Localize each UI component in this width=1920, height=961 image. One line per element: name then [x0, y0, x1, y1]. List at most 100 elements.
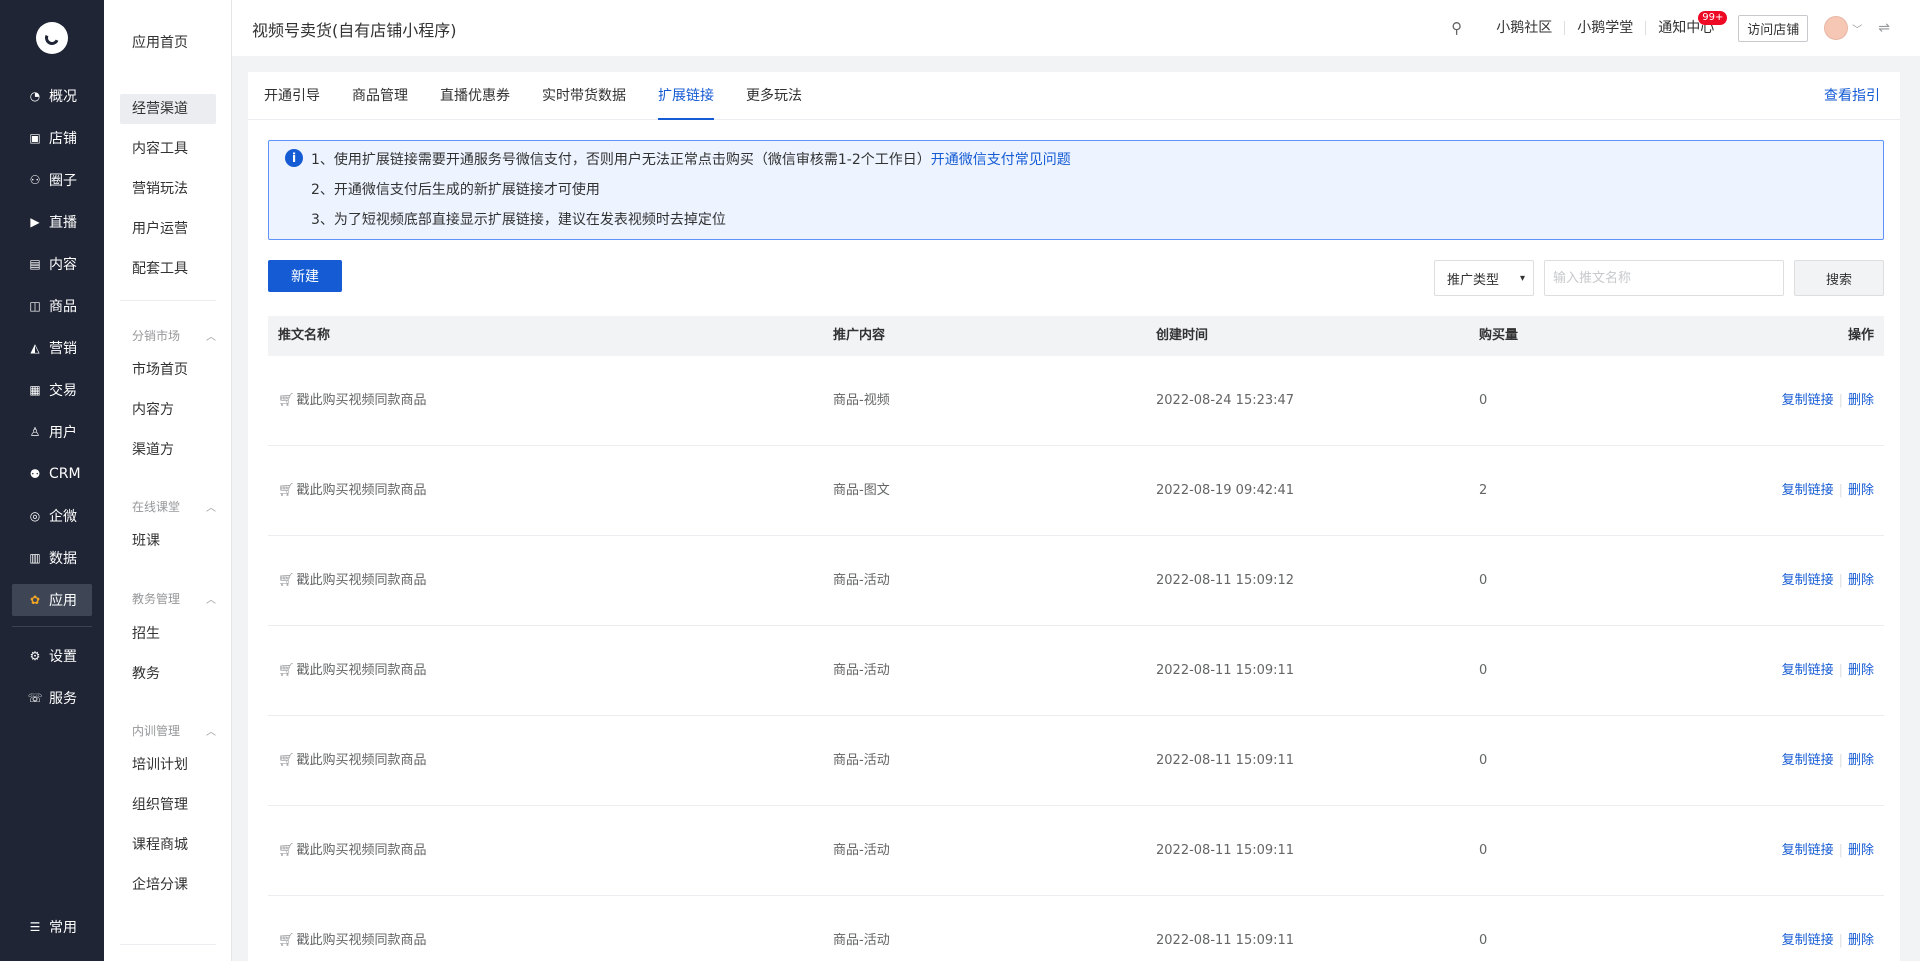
rail-item-trade[interactable]: ▦ 交易 — [12, 374, 92, 406]
trade-icon: ▦ — [29, 383, 41, 397]
side-group-distribution[interactable]: 分销市场 ︿ — [132, 327, 216, 344]
table-row: 🛒︎ 戳此购买视频同款商品 商品-活动 2022-08-11 15:09:11 0… — [268, 626, 1884, 716]
side-group-academic[interactable]: 教务管理 ︿ — [132, 590, 216, 607]
col-name: 推文名称 — [278, 328, 331, 343]
delete-button[interactable]: 删除 — [1848, 663, 1874, 678]
search-icon[interactable]: ⚲ — [1451, 19, 1484, 37]
tab-live-coupon[interactable]: 直播优惠券 — [440, 72, 510, 120]
avatar[interactable] — [1824, 16, 1849, 40]
rail-item-user[interactable]: ♙ 用户 — [12, 416, 92, 448]
side-item-training-plan[interactable]: 培训计划 — [120, 750, 216, 780]
rail-item-settings[interactable]: ⚙ 设置 — [12, 640, 92, 672]
side-item-enroll[interactable]: 招生 — [120, 619, 216, 649]
service-icon: ☏ — [27, 691, 43, 705]
apps-icon: ✿ — [29, 593, 41, 607]
side-item-academic[interactable]: 教务 — [120, 659, 216, 689]
data-icon: ▥ — [29, 551, 41, 565]
switch-icon[interactable]: ⇌ — [1878, 20, 1890, 36]
search-button[interactable]: 搜索 — [1794, 260, 1884, 296]
side-item-org-manage[interactable]: 组织管理 — [120, 790, 216, 820]
tab-bar: 开通引导 商品管理 直播优惠券 实时带货数据 扩展链接 更多玩法 查看指引 — [248, 72, 1900, 120]
rail-item-overview[interactable]: ◔ 概况 — [12, 80, 92, 112]
rail-item-apps[interactable]: ✿ 应用 — [12, 584, 92, 616]
cart-icon: 🛒︎ — [278, 483, 295, 498]
menu-list-icon: ☰ — [29, 920, 41, 934]
side-divider — [120, 300, 216, 301]
main-content-card: 开通引导 商品管理 直播优惠券 实时带货数据 扩展链接 更多玩法 查看指引 i … — [248, 72, 1900, 961]
copy-link-button[interactable]: 复制链接 — [1782, 933, 1834, 948]
copy-link-button[interactable]: 复制链接 — [1782, 753, 1834, 768]
academy-link[interactable]: 小鹅学堂 — [1565, 21, 1647, 35]
side-group-online-class[interactable]: 在线课堂 ︿ — [132, 498, 216, 515]
rail-item-marketing[interactable]: ◭ 营销 — [12, 332, 92, 364]
chevron-up-icon: ︿ — [206, 595, 216, 606]
page-scrollbar[interactable] — [1900, 56, 1920, 961]
rail-divider — [12, 626, 92, 627]
table-row: 🛒︎ 戳此购买视频同款商品 商品-图文 2022-08-19 09:42:41 2… — [268, 446, 1884, 536]
rail-item-goods[interactable]: ◫ 商品 — [12, 290, 92, 322]
tab-more-play[interactable]: 更多玩法 — [746, 72, 802, 120]
delete-button[interactable]: 删除 — [1848, 573, 1874, 588]
table-row: 🛒︎ 戳此购买视频同款商品 商品-活动 2022-08-11 15:09:11 0… — [268, 806, 1884, 896]
top-header: 视频号卖货(自有店铺小程序) ⚲ 小鹅社区 小鹅学堂 通知中心 99+ 访问店铺 … — [232, 0, 1920, 56]
rail-item-data[interactable]: ▥ 数据 — [12, 542, 92, 574]
side-item-marketing-play[interactable]: 营销玩法 — [120, 174, 216, 204]
side-item-market-home[interactable]: 市场首页 — [120, 355, 216, 385]
info-notice: i 1、使用扩展链接需要开通服务号微信支付，否则用户无法正常点击购买（微信审核需… — [268, 140, 1884, 240]
side-item-content-tools[interactable]: 内容工具 — [120, 134, 216, 164]
side-group-training[interactable]: 内训管理 ︿ — [132, 722, 216, 739]
notification-badge: 99+ — [1698, 11, 1728, 25]
search-input[interactable] — [1544, 260, 1784, 296]
wechat-pay-faq-link[interactable]: 开通微信支付常见问题 — [931, 152, 1071, 168]
copy-link-button[interactable]: 复制链接 — [1782, 573, 1834, 588]
copy-link-button[interactable]: 复制链接 — [1782, 663, 1834, 678]
notice-line-1: 1、使用扩展链接需要开通服务号微信支付，否则用户无法正常点击购买（微信审核需1-… — [311, 152, 1071, 168]
copy-link-button[interactable]: 复制链接 — [1782, 843, 1834, 858]
side-item-app-home[interactable]: 应用首页 — [120, 28, 216, 58]
rail-item-crm[interactable]: ⚉ CRM — [12, 458, 92, 490]
rail-item-service[interactable]: ☏ 服务 — [12, 682, 92, 714]
view-guide-link[interactable]: 查看指引 — [1824, 72, 1880, 120]
app-logo[interactable] — [36, 22, 68, 54]
rail-item-common[interactable]: ☰ 常用 — [12, 911, 92, 943]
community-link[interactable]: 小鹅社区 — [1484, 21, 1566, 35]
rail-item-live[interactable]: ▶ 直播 — [12, 206, 92, 238]
tab-goods-manage[interactable]: 商品管理 — [352, 72, 408, 120]
crm-icon: ⚉ — [29, 467, 41, 481]
side-divider — [120, 944, 216, 945]
dashboard-icon: ◔ — [29, 89, 41, 103]
tab-extension-link[interactable]: 扩展链接 — [658, 72, 714, 120]
tab-open-guide[interactable]: 开通引导 — [264, 72, 320, 120]
rail-item-content[interactable]: ▤ 内容 — [12, 248, 92, 280]
rail-item-store[interactable]: ▣ 店铺 — [12, 122, 92, 154]
side-item-enterprise-course[interactable]: 企培分课 — [120, 870, 216, 900]
delete-button[interactable]: 删除 — [1848, 933, 1874, 948]
cart-icon: 🛒︎ — [278, 843, 295, 858]
visit-store-button[interactable]: 访问店铺 — [1738, 14, 1809, 42]
copy-link-button[interactable]: 复制链接 — [1782, 483, 1834, 498]
promotion-type-select[interactable]: 推广类型 ▾ — [1434, 260, 1534, 296]
new-button[interactable]: 新建 — [268, 260, 342, 292]
side-item-content-side[interactable]: 内容方 — [120, 395, 216, 425]
rail-item-community[interactable]: ⚇ 圈子 — [12, 164, 92, 196]
delete-button[interactable]: 删除 — [1848, 753, 1874, 768]
chevron-down-icon[interactable]: ﹀ — [1852, 21, 1862, 36]
delete-button[interactable]: 删除 — [1848, 483, 1874, 498]
tab-live-data[interactable]: 实时带货数据 — [542, 72, 626, 120]
cart-icon: 🛒︎ — [278, 753, 295, 768]
live-icon: ▶ — [30, 215, 40, 229]
side-item-user-ops[interactable]: 用户运营 — [120, 214, 216, 244]
notification-center-link[interactable]: 通知中心 99+ — [1646, 11, 1728, 35]
side-item-class[interactable]: 班课 — [120, 526, 216, 556]
header-actions: ⚲ 小鹅社区 小鹅学堂 通知中心 99+ 访问店铺 ﹀ ⇌ — [1451, 0, 1890, 56]
side-item-course-mall[interactable]: 课程商城 — [120, 830, 216, 860]
side-item-channels[interactable]: 经营渠道 — [120, 94, 216, 124]
sub-nav-sidebar: 应用首页 经营渠道 内容工具 营销玩法 用户运营 配套工具 分销市场 ︿ 市场首页… — [104, 0, 232, 961]
rail-item-wecom[interactable]: ◎ 企微 — [12, 500, 92, 532]
delete-button[interactable]: 删除 — [1848, 393, 1874, 408]
table-row: 🛒︎ 戳此购买视频同款商品 商品-视频 2022-08-24 15:23:47 0… — [268, 356, 1884, 446]
copy-link-button[interactable]: 复制链接 — [1782, 393, 1834, 408]
delete-button[interactable]: 删除 — [1848, 843, 1874, 858]
side-item-support-tools[interactable]: 配套工具 — [120, 254, 216, 284]
side-item-channel-side[interactable]: 渠道方 — [120, 435, 216, 465]
